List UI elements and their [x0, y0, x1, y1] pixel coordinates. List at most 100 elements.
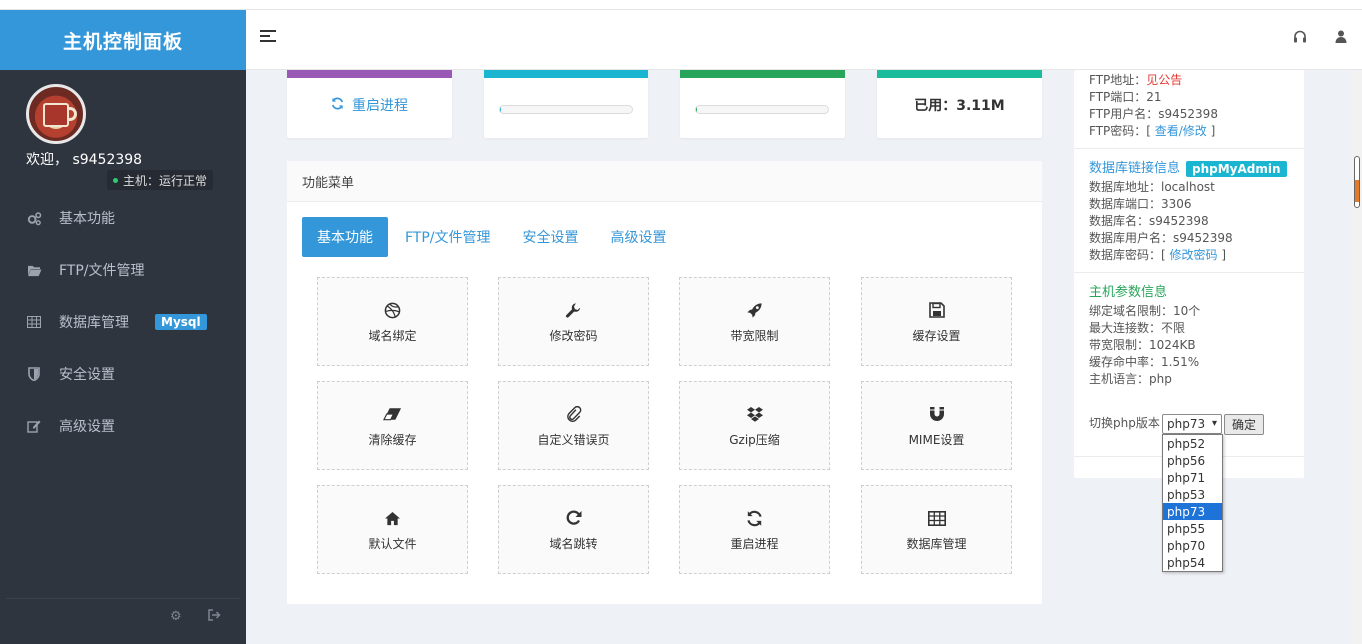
menu-toggle-icon[interactable]: [260, 30, 276, 44]
top-strip: [0, 0, 1362, 10]
refresh-icon: [331, 97, 344, 114]
php-version-label: 切换php版本：: [1089, 416, 1172, 430]
ftp-address: FTP地址：见公告: [1089, 73, 1183, 87]
card-color-bar: [287, 70, 452, 78]
php-version-dropdown: php52 php56 php71 php53 php73 php55 php7…: [1162, 434, 1223, 572]
settings-gear-icon[interactable]: ⚙: [170, 609, 182, 624]
panel-title: 功能菜单: [287, 161, 1042, 202]
tab-ftp[interactable]: FTP/文件管理: [390, 217, 506, 257]
stat-card-used: 已用：3.11M: [877, 70, 1042, 138]
php-option[interactable]: php55: [1163, 520, 1222, 537]
sidebar-item-ftp[interactable]: FTP/文件管理: [0, 244, 246, 296]
bandwidth-limit: 带宽限制：1024KB: [1089, 338, 1196, 352]
page-scrollbar[interactable]: [1352, 70, 1362, 644]
host-language: 主机语言：php: [1089, 372, 1172, 386]
stat-card-restart: 重启进程: [287, 70, 452, 138]
restart-process-link[interactable]: 重启进程: [331, 95, 408, 115]
progress-fill: [500, 106, 502, 113]
host-info-title: 主机参数信息: [1089, 285, 1168, 300]
status-dot-icon: [113, 177, 118, 183]
progress-fill: [696, 106, 698, 113]
php-option[interactable]: php70: [1163, 537, 1222, 554]
tile-bandwidth-limit[interactable]: 带宽限制: [679, 277, 830, 366]
tile-change-password[interactable]: 修改密码: [498, 277, 649, 366]
paperclip-icon: [566, 403, 582, 425]
stat-card-progress-1: [484, 70, 648, 138]
usage-progress-bar: [499, 105, 633, 114]
sidebar-item-database[interactable]: 数据库管理 Mysql: [0, 296, 246, 348]
tile-restart-process[interactable]: 重启进程: [679, 485, 830, 574]
card-color-bar: [484, 70, 648, 78]
db-info-section: 数据库链接信息 phpMyAdmin 数据库地址：localhost 数据库端口：…: [1074, 149, 1304, 273]
ftp-info-section: FTP地址：见公告 FTP端口：21 FTP用户名：s9452398 FTP密码…: [1074, 70, 1304, 149]
table-icon: [927, 507, 946, 529]
tile-database-management[interactable]: 数据库管理: [861, 485, 1012, 574]
edit-icon: [26, 418, 42, 434]
tile-custom-error-page[interactable]: 自定义错误页: [498, 381, 649, 470]
mysql-badge: Mysql: [155, 314, 207, 330]
ftp-username: FTP用户名：s9452398: [1089, 107, 1218, 121]
php-option[interactable]: php53: [1163, 486, 1222, 503]
db-name: 数据库名：s9452398: [1089, 214, 1209, 228]
usage-progress-bar: [695, 105, 829, 114]
shield-icon: [26, 366, 42, 382]
tile-mime-settings[interactable]: MIME设置: [861, 381, 1012, 470]
view-edit-ftp-password-link[interactable]: 查看/修改: [1155, 124, 1207, 138]
top-header: [246, 10, 1362, 70]
tile-clear-cache[interactable]: 清除缓存: [317, 381, 468, 470]
host-status-badge: 主机：运行正常: [107, 170, 214, 190]
sidebar-nav: 基本功能 FTP/文件管理 数据库管理 Mysql 安全设置 高级设置: [0, 192, 246, 452]
chevron-down-icon: ▾: [1211, 418, 1217, 429]
db-password: 数据库密码：[ 修改密码 ]: [1089, 248, 1227, 262]
tab-security[interactable]: 安全设置: [508, 217, 594, 257]
domain-limit: 绑定域名限制：10个: [1089, 304, 1201, 318]
folder-open-icon: [26, 262, 42, 278]
tile-cache-settings[interactable]: 缓存设置: [861, 277, 1012, 366]
scrollbar-marker: [1355, 180, 1359, 202]
php-option[interactable]: php56: [1163, 452, 1222, 469]
db-port: 数据库端口：3306: [1089, 197, 1192, 211]
ftp-password: FTP密码：[ 查看/修改 ]: [1089, 124, 1216, 138]
tab-advanced[interactable]: 高级设置: [596, 217, 682, 257]
php-version-select[interactable]: php73 ▾: [1162, 414, 1222, 434]
php-confirm-button[interactable]: 确定: [1224, 414, 1264, 435]
brand-title: 主机控制面板: [0, 10, 246, 70]
space-used-value: 已用：3.11M: [914, 98, 1005, 114]
host-info-section: 主机参数信息 绑定域名限制：10个 最大连接数：不限 带宽限制：1024KB 缓…: [1074, 273, 1304, 396]
function-tabs: 基本功能 FTP/文件管理 安全设置 高级设置: [302, 217, 684, 257]
welcome-text: 欢迎， s9452398: [26, 152, 143, 168]
db-info-title: 数据库链接信息 phpMyAdmin: [1089, 159, 1289, 179]
php-option-selected[interactable]: php73: [1163, 503, 1222, 520]
card-color-bar: [877, 70, 1042, 78]
table-icon: [26, 314, 42, 330]
tile-domain-redirect[interactable]: 域名跳转: [498, 485, 649, 574]
db-address: 数据库地址：localhost: [1089, 180, 1215, 194]
change-db-password-link[interactable]: 修改密码: [1170, 248, 1218, 262]
save-icon: [928, 299, 945, 321]
avatar[interactable]: [26, 84, 86, 144]
eraser-icon: [383, 403, 402, 425]
cogs-icon: [26, 210, 42, 226]
wrench-icon: [565, 299, 582, 321]
phpmyadmin-button[interactable]: phpMyAdmin: [1186, 161, 1287, 177]
db-username: 数据库用户名：s9452398: [1089, 231, 1233, 245]
magnet-icon: [929, 403, 945, 425]
ftp-port: FTP端口：21: [1089, 90, 1162, 104]
php-option[interactable]: php71: [1163, 469, 1222, 486]
sidebar-item-basic[interactable]: 基本功能: [0, 192, 246, 244]
max-connections: 最大连接数：不限: [1089, 321, 1186, 335]
sidebar: 主机控制面板 欢迎， s9452398 主机：运行正常 基本功能 FTP/文件管…: [0, 10, 246, 644]
tab-basic[interactable]: 基本功能: [302, 217, 388, 257]
user-icon[interactable]: [1333, 28, 1349, 44]
sidebar-item-security[interactable]: 安全设置: [0, 348, 246, 400]
sidebar-item-advanced[interactable]: 高级设置: [0, 400, 246, 452]
tile-gzip[interactable]: Gzip压缩: [679, 381, 830, 470]
logout-icon[interactable]: [208, 609, 221, 625]
tile-default-file[interactable]: 默认文件: [317, 485, 468, 574]
dropbox-icon: [746, 403, 764, 425]
php-option[interactable]: php52: [1163, 435, 1222, 452]
tile-domain-binding[interactable]: 域名绑定: [317, 277, 468, 366]
refresh-icon: [746, 507, 763, 529]
headset-icon[interactable]: [1292, 28, 1308, 44]
php-option[interactable]: php54: [1163, 554, 1222, 571]
